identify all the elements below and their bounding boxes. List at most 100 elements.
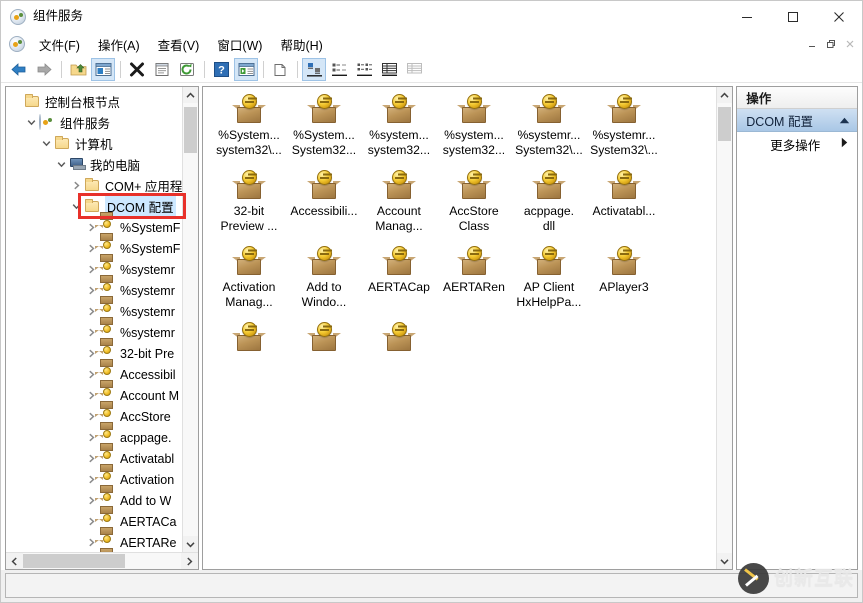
- menu-action[interactable]: 操作(A): [89, 33, 149, 56]
- dcom-component-item[interactable]: %systemr... System32\...: [586, 93, 661, 167]
- chevron-right-icon[interactable]: [84, 281, 99, 301]
- tree-node[interactable]: acppage.: [6, 421, 182, 448]
- chevron-right-icon[interactable]: [84, 386, 99, 406]
- tree-node[interactable]: %SystemF: [6, 232, 182, 259]
- view-details-icon[interactable]: [377, 58, 401, 81]
- tree-horizontal-scrollbar[interactable]: [6, 552, 199, 569]
- result-scroll-thumb[interactable]: [718, 107, 732, 141]
- tree-node[interactable]: 计算机: [6, 133, 182, 154]
- chevron-right-icon[interactable]: [84, 428, 99, 448]
- tree-node[interactable]: Accessibil: [6, 358, 182, 385]
- chevron-right-icon[interactable]: [84, 407, 99, 427]
- chevron-right-icon[interactable]: [69, 176, 84, 196]
- chevron-right-icon[interactable]: [84, 344, 99, 364]
- scroll-down-icon[interactable]: [183, 536, 199, 552]
- mdi-minimize-button[interactable]: [803, 35, 821, 52]
- delete-icon[interactable]: [125, 58, 149, 81]
- refresh-icon[interactable]: [175, 58, 199, 81]
- menu-file[interactable]: 文件(F): [30, 33, 89, 56]
- scroll-down-icon[interactable]: [717, 553, 733, 569]
- menu-window[interactable]: 窗口(W): [208, 33, 271, 56]
- menu-help[interactable]: 帮助(H): [271, 33, 331, 56]
- tree-node[interactable]: %SystemF: [6, 211, 182, 238]
- chevron-down-icon[interactable]: [69, 197, 84, 217]
- show-hide-tree-icon[interactable]: [91, 57, 115, 81]
- chevron-right-icon[interactable]: [84, 365, 99, 385]
- dcom-component-item[interactable]: [286, 321, 361, 395]
- tree-hscroll-track[interactable]: [23, 553, 182, 569]
- tree-node[interactable]: 控制台根节点: [6, 91, 182, 112]
- properties-icon[interactable]: [150, 58, 174, 81]
- dcom-component-item[interactable]: [361, 321, 436, 395]
- view-small-icons-icon[interactable]: [327, 58, 351, 81]
- tree-node[interactable]: %systemr: [6, 253, 182, 280]
- dcom-component-item[interactable]: Add to Windo...: [286, 245, 361, 319]
- dcom-component-item[interactable]: %system... system32...: [436, 93, 511, 167]
- dcom-component-item[interactable]: 32-bit Preview ...: [211, 169, 286, 243]
- view-list-icon[interactable]: [352, 58, 376, 81]
- result-vertical-scrollbar[interactable]: [716, 87, 733, 569]
- tree-node[interactable]: AERTARe: [6, 526, 182, 552]
- chevron-right-icon[interactable]: [84, 449, 99, 469]
- view-extra-icon[interactable]: [402, 58, 426, 81]
- mdi-close-button[interactable]: [841, 35, 859, 52]
- dcom-component-item[interactable]: acppage. dll: [511, 169, 586, 243]
- tree-node[interactable]: 组件服务: [6, 112, 182, 133]
- chevron-right-icon[interactable]: [84, 323, 99, 343]
- tree-node[interactable]: Activation: [6, 463, 182, 490]
- dcom-component-item[interactable]: Activatabl...: [586, 169, 661, 243]
- maximize-button[interactable]: [770, 1, 816, 32]
- dcom-component-item[interactable]: %systemr... System32\...: [511, 93, 586, 167]
- tree-node[interactable]: Add to W: [6, 484, 182, 511]
- dcom-component-item[interactable]: AP Client HxHelpPa...: [511, 245, 586, 319]
- tree-node[interactable]: AccStore: [6, 400, 182, 427]
- tree-node[interactable]: %systemr: [6, 295, 182, 322]
- tree-vertical-scrollbar[interactable]: [182, 87, 199, 552]
- dcom-component-item[interactable]: Account Manag...: [361, 169, 436, 243]
- scroll-up-icon[interactable]: [183, 87, 199, 103]
- view-large-icons-icon[interactable]: [302, 57, 326, 81]
- close-button[interactable]: [816, 1, 862, 32]
- chevron-down-icon[interactable]: [39, 134, 54, 154]
- scroll-up-icon[interactable]: [717, 87, 733, 103]
- chevron-right-icon[interactable]: [841, 137, 848, 151]
- tree-node[interactable]: 我的电脑: [6, 154, 182, 175]
- chevron-right-icon[interactable]: [84, 470, 99, 490]
- tree-scroll-track[interactable]: [183, 103, 199, 536]
- scroll-right-icon[interactable]: [181, 553, 198, 569]
- chevron-right-icon[interactable]: [84, 218, 99, 238]
- dcom-component-item[interactable]: %System... system32\...: [211, 93, 286, 167]
- mdi-restore-button[interactable]: [822, 35, 840, 52]
- up-one-level-icon[interactable]: [66, 58, 90, 81]
- export-list-icon[interactable]: [234, 57, 258, 81]
- result-scroll-track[interactable]: [717, 103, 733, 553]
- chevron-up-icon[interactable]: [839, 113, 850, 127]
- dcom-component-item[interactable]: Activation Manag...: [211, 245, 286, 319]
- chevron-right-icon[interactable]: [84, 239, 99, 259]
- dcom-component-item[interactable]: AERTARen: [436, 245, 511, 319]
- tree-scroll-thumb[interactable]: [184, 107, 198, 153]
- tree-hscroll-thumb[interactable]: [23, 554, 125, 568]
- dcom-component-item[interactable]: %system... system32...: [361, 93, 436, 167]
- actions-section-dcom-config[interactable]: DCOM 配置: [737, 109, 857, 132]
- dcom-component-item[interactable]: %System... System32...: [286, 93, 361, 167]
- chevron-right-icon[interactable]: [84, 302, 99, 322]
- tree-node[interactable]: %systemr: [6, 316, 182, 343]
- chevron-down-icon[interactable]: [24, 113, 39, 133]
- dcom-component-item[interactable]: [211, 321, 286, 395]
- dcom-component-item[interactable]: APlayer3: [586, 245, 661, 319]
- tree-node[interactable]: COM+ 应用程: [6, 175, 182, 196]
- chevron-right-icon[interactable]: [84, 491, 99, 511]
- tree-node[interactable]: Account M: [6, 379, 182, 406]
- back-icon[interactable]: [7, 58, 31, 81]
- menu-view[interactable]: 查看(V): [149, 33, 209, 56]
- icon-view-host[interactable]: %System... system32\... %System... System32…: [203, 87, 716, 569]
- forward-icon[interactable]: [32, 58, 56, 81]
- tree-node[interactable]: %systemr: [6, 274, 182, 301]
- chevron-right-icon[interactable]: [84, 512, 99, 532]
- new-window-icon[interactable]: [268, 58, 292, 81]
- chevron-right-icon[interactable]: [84, 260, 99, 280]
- tree-node[interactable]: AERTACa: [6, 505, 182, 532]
- chevron-down-icon[interactable]: [54, 155, 69, 175]
- minimize-button[interactable]: [724, 1, 770, 32]
